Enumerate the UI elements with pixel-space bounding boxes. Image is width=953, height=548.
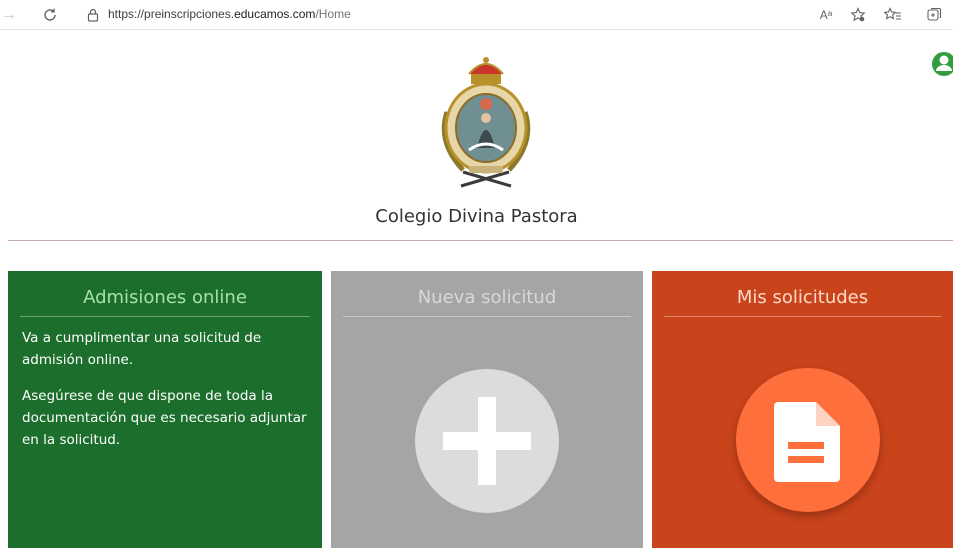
- admissions-online-card: Admisiones online Va a cumplimentar una …: [8, 271, 322, 548]
- read-aloud-icon[interactable]: Aᵃ: [817, 5, 835, 25]
- url-host: educamos.com: [234, 7, 316, 21]
- favorites-icon[interactable]: [883, 5, 903, 25]
- card-title-divider: [20, 316, 310, 317]
- back-arrow-icon[interactable]: →: [0, 5, 18, 25]
- new-request-card-title: Nueva solicitud: [417, 287, 557, 308]
- school-crest-logo: [433, 52, 539, 188]
- school-name-heading: Colegio Divina Pastora: [375, 206, 578, 227]
- header-divider: [8, 240, 953, 241]
- address-bar[interactable]: https://preinscripciones.educamos.com/Ho…: [108, 7, 351, 21]
- collections-icon[interactable]: [924, 5, 944, 25]
- card-title-divider: [343, 316, 631, 317]
- document-icon: [774, 402, 840, 482]
- new-request-button[interactable]: [415, 369, 559, 513]
- card-title-divider: [664, 316, 941, 317]
- admissions-card-title: Admisiones online: [83, 287, 247, 308]
- new-request-card[interactable]: Nueva solicitud: [331, 271, 643, 548]
- my-requests-card[interactable]: Mis solicitudes: [652, 271, 953, 548]
- url-path: /Home: [315, 7, 351, 21]
- user-account-icon[interactable]: [930, 50, 953, 78]
- add-favorite-icon[interactable]: [848, 5, 868, 25]
- my-requests-card-title: Mis solicitudes: [736, 287, 869, 308]
- my-requests-button[interactable]: [736, 368, 880, 512]
- lock-icon[interactable]: [86, 5, 100, 25]
- refresh-icon[interactable]: [40, 5, 60, 25]
- admissions-intro-text: Va a cumplimentar una solicitud de admis…: [22, 330, 262, 368]
- admissions-documents-text: Asegúrese de que dispone de toda la docu…: [22, 388, 307, 448]
- url-prefix: https://preinscripciones.: [108, 7, 235, 21]
- browser-toolbar: → https://preinscripciones.educamos.com/…: [0, 0, 953, 30]
